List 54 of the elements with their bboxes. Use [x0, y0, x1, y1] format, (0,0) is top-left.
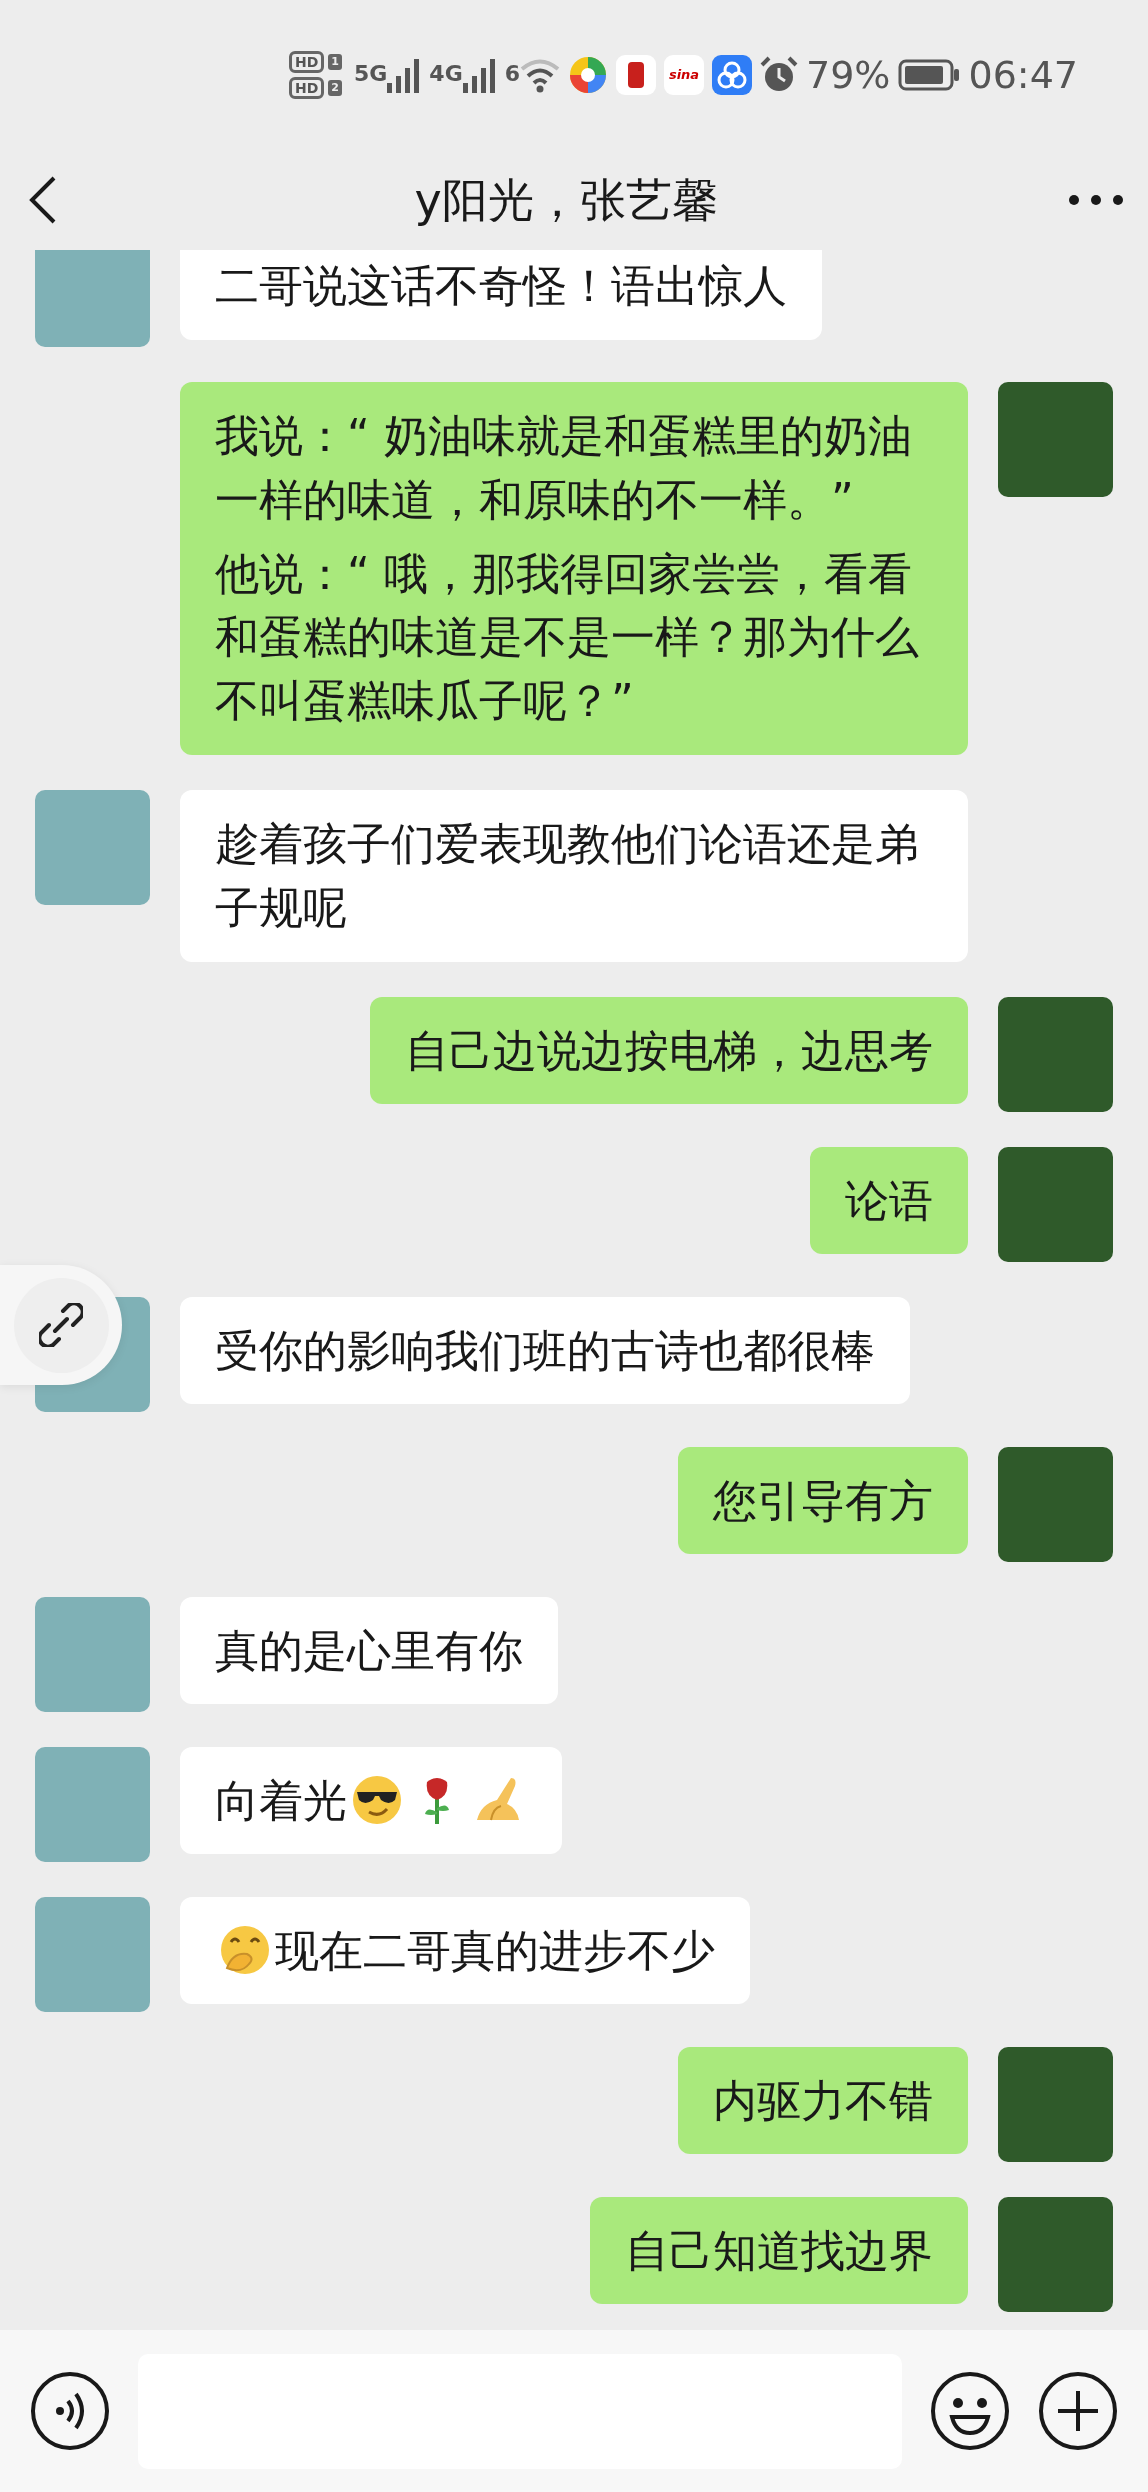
avatar-photo[interactable] [998, 1446, 1113, 1562]
add-button[interactable] [1038, 2371, 1118, 2451]
hand-over-mouth-face-icon [219, 1924, 271, 1977]
message-text: 真的是心里有你 [215, 1623, 523, 1678]
avatar-photo[interactable] [35, 1746, 150, 1862]
network-label: 5G [353, 60, 388, 88]
message-text: 现在二哥真的进步不少 [275, 1923, 715, 1978]
avatar-photo[interactable] [35, 1896, 150, 2012]
message-text: 我说：“ 奶油味就是和蛋糕里的奶油一样的味道，和原味的不一样。” [215, 409, 913, 527]
message-text: 论语 [845, 1173, 933, 1228]
avatar-photo[interactable] [998, 1146, 1113, 1262]
message-text: 二哥说这话不奇怪！语出惊人 [215, 259, 787, 313]
app-logo-icon [712, 55, 752, 95]
avatar-photo[interactable] [998, 2046, 1113, 2162]
more-button[interactable] [1068, 194, 1124, 206]
signal-icon [462, 57, 497, 93]
avatar-photo[interactable] [35, 250, 150, 347]
hd-badge: HD [288, 51, 325, 73]
message-text: 自己边说边按电梯，边思考 [405, 1023, 933, 1078]
network-label: 4G [429, 60, 463, 88]
sunglasses-face-icon [351, 1774, 403, 1827]
more-icon [1068, 194, 1124, 206]
message-text: 自己知道找边界 [625, 2223, 933, 2278]
message-text: 向着光 [215, 1773, 347, 1828]
wifi-icon [520, 57, 560, 93]
voice-button[interactable] [30, 2371, 110, 2451]
message-text: 他说：“ 哦，那我得回家尝尝，看看和蛋糕的味道是不是一样？那为什么不叫蛋糕味瓜子呢？” [215, 546, 920, 729]
voice-icon [30, 2371, 110, 2451]
app-logo-icon [568, 55, 608, 95]
avatar-photo[interactable] [35, 790, 150, 905]
avatar-photo[interactable] [998, 382, 1113, 497]
battery-icon [898, 59, 961, 91]
link-icon [39, 1303, 83, 1347]
message-text: 趁着孩子们爱表现教他们论语还是弟子规呢 [215, 817, 920, 935]
hd-badge: HD [288, 77, 325, 99]
battery-percent: 79% [806, 51, 891, 99]
plus-icon [1038, 2371, 1118, 2451]
clock-time: 06:47 [968, 51, 1078, 99]
alarm-icon [760, 56, 798, 94]
message-text: 您引导有方 [713, 1473, 933, 1528]
app-logo: sina [664, 55, 704, 95]
smiley-icon [930, 2371, 1010, 2451]
floating-link-menu[interactable] [0, 1265, 122, 1385]
avatar-photo[interactable] [35, 1596, 150, 1712]
sim-slot-label: 1 [328, 53, 342, 71]
signal-icon [387, 57, 422, 93]
message-text: 受你的影响我们班的古诗也都很棒 [215, 1323, 875, 1378]
network-label: 6 [504, 60, 520, 88]
chat-title: y阳光，张艺馨 [414, 171, 718, 229]
avatar-photo[interactable] [998, 2196, 1113, 2312]
avatar-photo[interactable] [998, 996, 1113, 1112]
sim-slot-label: 2 [328, 79, 342, 97]
message-text: 内驱力不错 [713, 2073, 933, 2128]
emoji-button[interactable] [930, 2371, 1010, 2451]
